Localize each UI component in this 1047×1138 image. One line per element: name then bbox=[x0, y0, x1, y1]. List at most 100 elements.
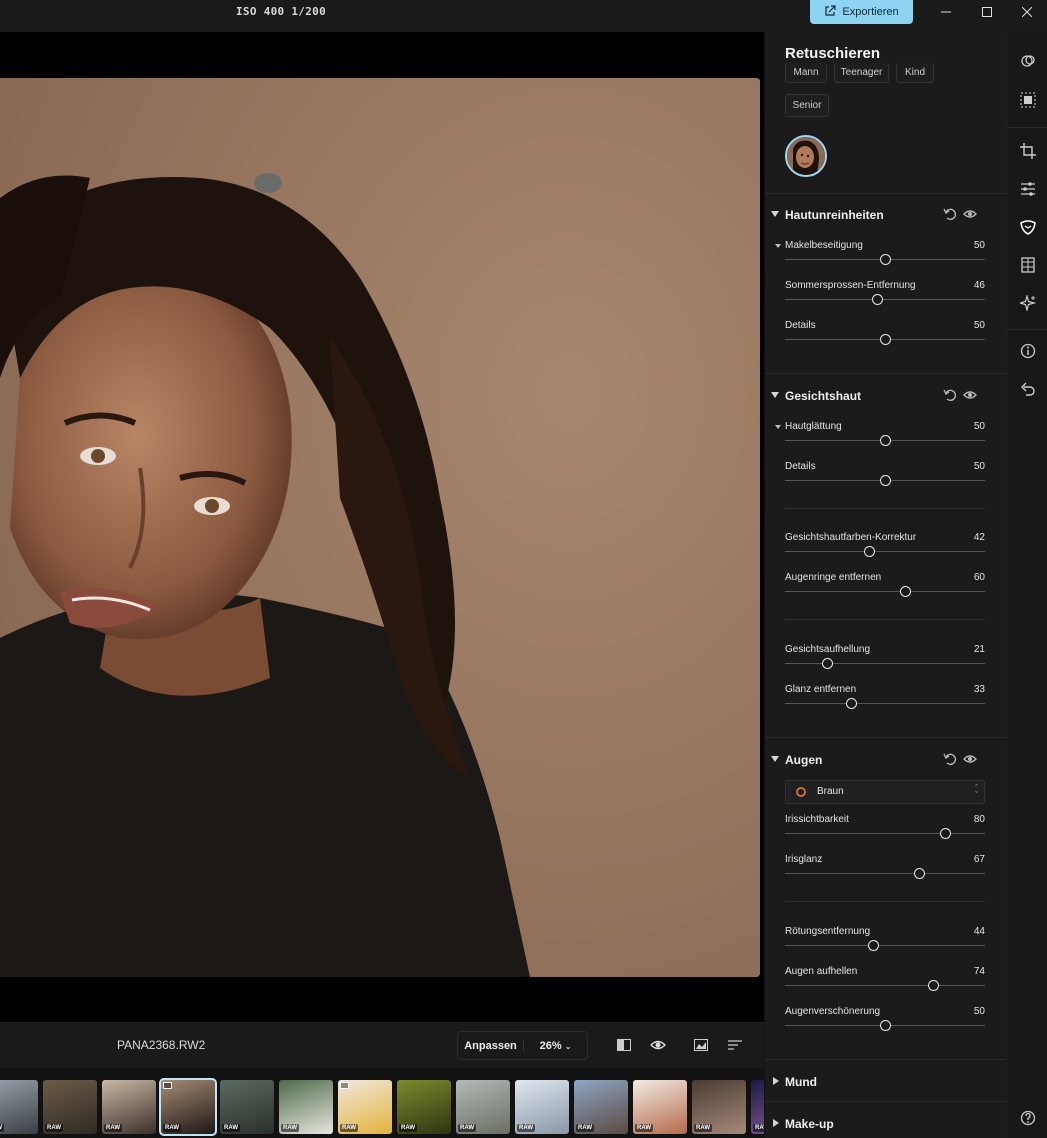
slider-knob[interactable] bbox=[880, 435, 891, 446]
expand-icon[interactable] bbox=[773, 1077, 779, 1085]
slider-track[interactable] bbox=[785, 663, 985, 664]
slider-track[interactable] bbox=[785, 591, 985, 592]
slider-track[interactable] bbox=[785, 833, 985, 834]
slider[interactable]: Details 50 bbox=[785, 461, 985, 495]
compare-icon[interactable] bbox=[613, 1034, 635, 1056]
filmstrip-thumbnail[interactable]: RAW bbox=[751, 1080, 764, 1134]
filmstrip-thumbnail[interactable]: RAW bbox=[397, 1080, 451, 1134]
slider-knob[interactable] bbox=[940, 828, 951, 839]
section-augen-header[interactable]: Augen bbox=[765, 751, 1006, 771]
filmstrip-thumbnail[interactable]: RAW bbox=[338, 1080, 392, 1134]
slider-knob[interactable] bbox=[864, 546, 875, 557]
export-button[interactable]: Exportieren bbox=[810, 0, 913, 24]
layers-icon[interactable] bbox=[1015, 48, 1040, 73]
divider bbox=[765, 193, 1006, 194]
slider-track[interactable] bbox=[785, 945, 985, 946]
filmstrip-thumbnail[interactable]: RAW bbox=[456, 1080, 510, 1134]
filmstrip-thumbnail[interactable]: RAW bbox=[574, 1080, 628, 1134]
slider[interactable]: Augenverschönerung 50 bbox=[785, 1006, 985, 1040]
slider-knob[interactable] bbox=[846, 698, 857, 709]
slider[interactable]: Gesichtsaufhellung 21 bbox=[785, 644, 985, 678]
ai-sparkle-icon[interactable] bbox=[1015, 290, 1040, 315]
chip-mann[interactable]: Mann bbox=[785, 63, 827, 83]
filmstrip[interactable]: RAW RAW RAW RAW RAW RAW RAW RAW RAW RAW RAW RAW RAW R… bbox=[0, 1068, 764, 1138]
expand-icon[interactable] bbox=[773, 1119, 779, 1127]
slider-knob[interactable] bbox=[880, 475, 891, 486]
section-hautunreinheiten-header[interactable]: Hautunreinheiten bbox=[765, 206, 1006, 226]
help-icon[interactable] bbox=[1015, 1105, 1040, 1130]
eye-icon[interactable] bbox=[963, 752, 979, 768]
filmstrip-thumbnail[interactable]: RAW bbox=[220, 1080, 274, 1134]
minimize-icon[interactable] bbox=[926, 0, 966, 24]
slider[interactable]: Irissichtbarkeit 80 bbox=[785, 814, 985, 848]
collapse-icon[interactable] bbox=[771, 211, 779, 217]
section-mund-header[interactable]: Mund bbox=[765, 1073, 1006, 1093]
geometry-icon[interactable] bbox=[1015, 252, 1040, 277]
reset-icon[interactable] bbox=[943, 207, 959, 223]
slider-knob[interactable] bbox=[880, 334, 891, 345]
maximize-icon[interactable] bbox=[967, 0, 1007, 24]
filmstrip-thumbnail[interactable]: RAW bbox=[43, 1080, 97, 1134]
filmstrip-thumbnail[interactable]: RAW bbox=[279, 1080, 333, 1134]
slider[interactable]: Details 50 bbox=[785, 320, 985, 354]
section-makeup-header[interactable]: Make-up bbox=[765, 1115, 1006, 1135]
slider-track[interactable] bbox=[785, 551, 985, 552]
slider[interactable]: Rötungsentfernung 44 bbox=[785, 926, 985, 960]
slider[interactable]: Augen aufhellen 74 bbox=[785, 966, 985, 1000]
slider[interactable]: Gesichtshautfarben-Korrektur 42 bbox=[785, 532, 985, 566]
raw-badge: RAW bbox=[163, 1124, 181, 1132]
face-avatar[interactable] bbox=[785, 135, 827, 177]
sort-icon[interactable] bbox=[724, 1034, 746, 1056]
collapse-icon[interactable] bbox=[771, 392, 779, 398]
slider-value: 80 bbox=[973, 814, 985, 825]
slider-knob[interactable] bbox=[822, 658, 833, 669]
slider-knob[interactable] bbox=[880, 254, 891, 265]
slider-knob[interactable] bbox=[928, 980, 939, 991]
mask-icon[interactable] bbox=[1015, 87, 1040, 112]
histogram-icon[interactable] bbox=[690, 1034, 712, 1056]
slider-track[interactable] bbox=[785, 703, 985, 704]
collapse-icon[interactable] bbox=[771, 756, 779, 762]
chip-senior[interactable]: Senior bbox=[785, 94, 829, 117]
eye-color-select[interactable]: Braun ˆˇ bbox=[785, 780, 985, 804]
slider[interactable]: Sommersprossen-Entfernung 46 bbox=[785, 280, 985, 314]
reset-icon[interactable] bbox=[943, 752, 959, 768]
eye-icon[interactable] bbox=[963, 207, 979, 223]
slider-knob[interactable] bbox=[872, 294, 883, 305]
retouch-face-icon[interactable] bbox=[1015, 214, 1040, 239]
chip-kind[interactable]: Kind bbox=[896, 63, 934, 83]
slider[interactable]: Makelbeseitigung 50 bbox=[775, 240, 985, 274]
close-icon[interactable] bbox=[1007, 0, 1047, 24]
slider[interactable]: Glanz entfernen 33 bbox=[785, 684, 985, 718]
chip-teenager[interactable]: Teenager bbox=[834, 63, 889, 83]
eye-icon[interactable] bbox=[963, 388, 979, 404]
slider-knob[interactable] bbox=[914, 868, 925, 879]
filmstrip-thumbnail[interactable]: RAW bbox=[692, 1080, 746, 1134]
reset-icon[interactable] bbox=[943, 388, 959, 404]
crop-icon[interactable] bbox=[1015, 138, 1040, 163]
adjust-sliders-icon[interactable] bbox=[1015, 176, 1040, 201]
slider[interactable]: Augenringe entfernen 60 bbox=[785, 572, 985, 606]
filmstrip-thumbnail[interactable]: RAW bbox=[633, 1080, 687, 1134]
sub-expand-icon[interactable] bbox=[775, 425, 781, 429]
sub-expand-icon[interactable] bbox=[775, 244, 781, 248]
fit-button[interactable]: Anpassen bbox=[458, 1039, 524, 1052]
slider[interactable]: Hautglättung 50 bbox=[775, 421, 985, 455]
filmstrip-thumbnail[interactable]: RAW bbox=[0, 1080, 38, 1134]
slider-track[interactable] bbox=[785, 873, 985, 874]
slider-knob[interactable] bbox=[900, 586, 911, 597]
slider[interactable]: Irisglanz 67 bbox=[785, 854, 985, 888]
zoom-dropdown[interactable]: 26% ⌄ bbox=[524, 1040, 587, 1052]
filmstrip-thumbnail[interactable]: RAW bbox=[159, 1078, 217, 1136]
slider-knob[interactable] bbox=[880, 1020, 891, 1031]
slider-knob[interactable] bbox=[868, 940, 879, 951]
slider-track[interactable] bbox=[785, 985, 985, 986]
info-icon[interactable] bbox=[1015, 338, 1040, 363]
slider-track[interactable] bbox=[785, 299, 985, 300]
eye-icon[interactable] bbox=[647, 1034, 669, 1056]
undo-history-icon[interactable] bbox=[1015, 376, 1040, 401]
filmstrip-thumbnail[interactable]: RAW bbox=[515, 1080, 569, 1134]
image-canvas[interactable] bbox=[0, 32, 764, 1022]
filmstrip-thumbnail[interactable]: RAW bbox=[102, 1080, 156, 1134]
section-gesichtshaut-header[interactable]: Gesichtshaut bbox=[765, 387, 1006, 407]
